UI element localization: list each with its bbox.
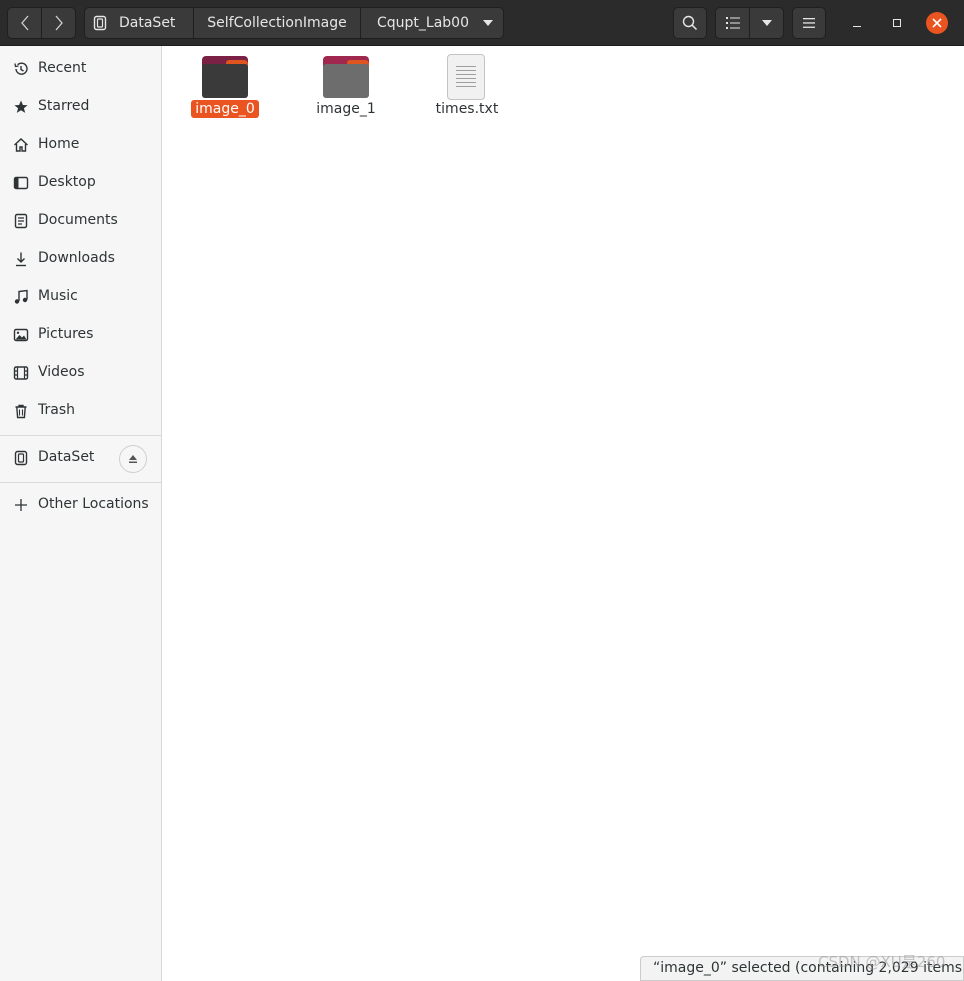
sidebar-item-label: Starred	[38, 98, 90, 114]
text-file-icon	[447, 54, 485, 100]
folder-icon	[323, 56, 369, 98]
back-button[interactable]	[7, 7, 42, 39]
trash-icon	[13, 403, 29, 419]
sidebar-item-desktop[interactable]: Desktop	[0, 164, 161, 202]
sidebar-item-label: Downloads	[38, 250, 115, 266]
sidebar-item-videos[interactable]: Videos	[0, 354, 161, 392]
menu-button[interactable]	[792, 7, 826, 39]
music-icon	[13, 289, 29, 305]
minimize-button[interactable]	[846, 12, 868, 34]
folder-item-image-0[interactable]: image_0	[170, 54, 280, 124]
sidebar-item-other-locations[interactable]: Other Locations	[0, 486, 161, 524]
file-name: image_0	[170, 100, 280, 118]
sidebar-item-label: Videos	[38, 364, 85, 380]
sidebar-item-music[interactable]: Music	[0, 278, 161, 316]
breadcrumb-label: SelfCollectionImage	[207, 15, 347, 31]
list-view-button[interactable]	[715, 7, 750, 39]
sidebar-item-pictures[interactable]: Pictures	[0, 316, 161, 354]
maximize-button[interactable]	[886, 12, 908, 34]
list-view-icon	[725, 17, 740, 29]
close-icon	[932, 18, 942, 28]
breadcrumb-label: Cqupt_Lab00	[377, 15, 469, 31]
file-name: image_1	[316, 101, 376, 117]
file-name: times.txt	[435, 101, 499, 117]
sidebar-item-label: Recent	[38, 60, 87, 76]
view-options-button[interactable]	[749, 7, 784, 39]
sidebar-separator	[0, 482, 161, 483]
download-icon	[13, 251, 29, 267]
clock-icon	[13, 61, 29, 77]
folder-item-image-1[interactable]: image_1	[291, 54, 401, 124]
plus-icon	[13, 497, 29, 513]
maximize-icon	[893, 19, 901, 27]
file-item-times-txt[interactable]: times.txt	[412, 54, 522, 124]
eject-button[interactable]	[119, 445, 147, 473]
breadcrumb-label: DataSet	[119, 15, 176, 31]
star-icon	[13, 99, 29, 115]
drive-icon	[13, 450, 29, 466]
search-button[interactable]	[673, 7, 707, 39]
sidebar-item-label: Documents	[38, 212, 118, 228]
sidebar-item-documents[interactable]: Documents	[0, 202, 161, 240]
minimize-icon	[853, 25, 861, 27]
sidebar-item-starred[interactable]: Starred	[0, 88, 161, 126]
sidebar-item-trash[interactable]: Trash	[0, 392, 161, 430]
chevron-down-icon	[761, 20, 772, 26]
eject-icon	[129, 455, 137, 463]
sidebar-item-label: DataSet	[38, 449, 95, 465]
breadcrumb-dataset[interactable]: DataSet	[84, 7, 194, 39]
sidebar-item-label: Pictures	[38, 326, 94, 342]
sidebar: Recent Starred Home Desktop Documents Do…	[0, 46, 162, 981]
sidebar-separator	[0, 435, 161, 436]
desktop-icon	[13, 175, 29, 191]
sidebar-item-recent[interactable]: Recent	[0, 50, 161, 88]
folder-icon	[202, 56, 248, 98]
file-grid: image_0 image_1 times.txt	[162, 46, 964, 981]
picture-icon	[13, 327, 29, 343]
breadcrumb-selfcollectionimage[interactable]: SelfCollectionImage	[193, 7, 361, 39]
sidebar-item-label: Home	[38, 136, 80, 152]
chevron-down-icon	[483, 20, 493, 26]
close-button[interactable]	[926, 12, 948, 34]
drive-icon	[93, 15, 107, 31]
chevron-right-icon	[55, 15, 63, 31]
sidebar-item-label: Music	[38, 288, 78, 304]
sidebar-item-downloads[interactable]: Downloads	[0, 240, 161, 278]
watermark-text: CSDN @XU是260	[818, 953, 946, 971]
chevron-left-icon	[20, 15, 28, 31]
sidebar-item-label: Trash	[38, 402, 75, 418]
forward-button[interactable]	[41, 7, 76, 39]
sidebar-item-label: Desktop	[38, 174, 96, 190]
home-icon	[13, 137, 29, 153]
document-icon	[13, 213, 29, 229]
search-icon	[682, 15, 698, 31]
sidebar-item-home[interactable]: Home	[0, 126, 161, 164]
hamburger-icon	[803, 18, 815, 28]
sidebar-item-label: Other Locations	[38, 496, 149, 512]
breadcrumb-cqupt-lab00[interactable]: Cqupt_Lab00	[360, 7, 504, 39]
film-icon	[13, 365, 29, 381]
header-bar: DataSet SelfCollectionImage Cqupt_Lab00	[0, 0, 964, 46]
